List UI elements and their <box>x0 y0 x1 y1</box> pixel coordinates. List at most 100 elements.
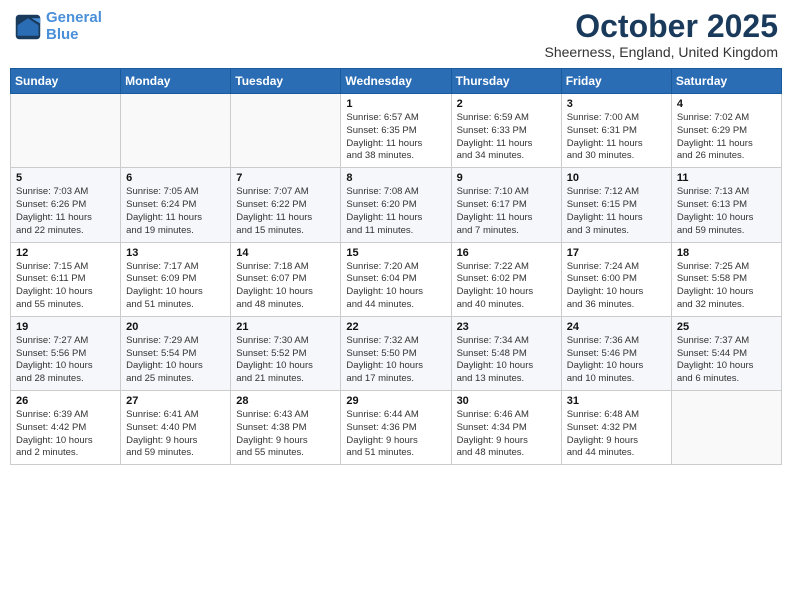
day-number: 22 <box>346 321 445 333</box>
table-row: 4 Sunrise: 7:02 AM Sunset: 6:29 PM Daylig… <box>671 94 781 168</box>
col-sunday: Sunday <box>11 69 121 94</box>
day-number: 25 <box>677 321 776 333</box>
logo-text: General Blue <box>46 10 102 43</box>
day-info: Sunrise: 7:08 AM Sunset: 6:20 PM Dayligh… <box>346 186 445 237</box>
day-info: Sunrise: 7:00 AM Sunset: 6:31 PM Dayligh… <box>567 112 666 163</box>
day-number: 2 <box>457 98 556 110</box>
day-info: Sunrise: 7:02 AM Sunset: 6:29 PM Dayligh… <box>677 112 776 163</box>
logo-icon <box>14 13 42 41</box>
day-number: 5 <box>16 172 115 184</box>
day-info: Sunrise: 6:59 AM Sunset: 6:33 PM Dayligh… <box>457 112 556 163</box>
table-row: 25 Sunrise: 7:37 AM Sunset: 5:44 PM Dayli… <box>671 316 781 390</box>
day-number: 24 <box>567 321 666 333</box>
table-row <box>671 391 781 465</box>
logo: General Blue <box>14 10 102 43</box>
table-row: 10 Sunrise: 7:12 AM Sunset: 6:15 PM Dayli… <box>561 168 671 242</box>
day-number: 27 <box>126 395 225 407</box>
table-row: 5 Sunrise: 7:03 AM Sunset: 6:26 PM Daylig… <box>11 168 121 242</box>
table-row: 12 Sunrise: 7:15 AM Sunset: 6:11 PM Dayli… <box>11 242 121 316</box>
table-row: 9Sunrise: 7:10 AM Sunset: 6:17 PM Daylig… <box>451 168 561 242</box>
table-row: 14 Sunrise: 7:18 AM Sunset: 6:07 PM Dayli… <box>231 242 341 316</box>
day-number: 10 <box>567 172 666 184</box>
day-number: 9 <box>457 172 556 184</box>
day-number: 26 <box>16 395 115 407</box>
day-number: 11 <box>677 172 776 184</box>
col-friday: Friday <box>561 69 671 94</box>
calendar-header-row: Sunday Monday Tuesday Wednesday Thursday… <box>11 69 782 94</box>
day-info: Sunrise: 7:20 AM Sunset: 6:04 PM Dayligh… <box>346 261 445 312</box>
table-row <box>231 94 341 168</box>
day-number: 31 <box>567 395 666 407</box>
table-row: 20 Sunrise: 7:29 AM Sunset: 5:54 PM Dayli… <box>121 316 231 390</box>
col-tuesday: Tuesday <box>231 69 341 94</box>
table-row: 16 Sunrise: 7:22 AM Sunset: 6:02 PM Dayli… <box>451 242 561 316</box>
calendar-week-row: 26Sunrise: 6:39 AM Sunset: 4:42 PM Dayli… <box>11 391 782 465</box>
day-info: Sunrise: 7:30 AM Sunset: 5:52 PM Dayligh… <box>236 335 335 386</box>
day-number: 14 <box>236 247 335 259</box>
day-number: 13 <box>126 247 225 259</box>
table-row: 8Sunrise: 7:08 AM Sunset: 6:20 PM Daylig… <box>341 168 451 242</box>
day-info: Sunrise: 6:48 AM Sunset: 4:32 PM Dayligh… <box>567 409 666 460</box>
day-number: 29 <box>346 395 445 407</box>
col-saturday: Saturday <box>671 69 781 94</box>
day-info: Sunrise: 6:44 AM Sunset: 4:36 PM Dayligh… <box>346 409 445 460</box>
table-row: 28Sunrise: 6:43 AM Sunset: 4:38 PM Dayli… <box>231 391 341 465</box>
calendar-week-row: 19 Sunrise: 7:27 AM Sunset: 5:56 PM Dayli… <box>11 316 782 390</box>
day-number: 19 <box>16 321 115 333</box>
day-info: Sunrise: 6:57 AM Sunset: 6:35 PM Dayligh… <box>346 112 445 163</box>
day-number: 12 <box>16 247 115 259</box>
table-row: 6 Sunrise: 7:05 AM Sunset: 6:24 PM Daylig… <box>121 168 231 242</box>
day-info: Sunrise: 7:05 AM Sunset: 6:24 PM Dayligh… <box>126 186 225 237</box>
calendar-week-row: 12 Sunrise: 7:15 AM Sunset: 6:11 PM Dayli… <box>11 242 782 316</box>
table-row: 17 Sunrise: 7:24 AM Sunset: 6:00 PM Dayli… <box>561 242 671 316</box>
table-row: 31 Sunrise: 6:48 AM Sunset: 4:32 PM Dayli… <box>561 391 671 465</box>
table-row: 7Sunrise: 7:07 AM Sunset: 6:22 PM Daylig… <box>231 168 341 242</box>
col-thursday: Thursday <box>451 69 561 94</box>
day-info: Sunrise: 7:34 AM Sunset: 5:48 PM Dayligh… <box>457 335 556 386</box>
table-row: 1 Sunrise: 6:57 AM Sunset: 6:35 PM Daylig… <box>341 94 451 168</box>
day-info: Sunrise: 7:22 AM Sunset: 6:02 PM Dayligh… <box>457 261 556 312</box>
table-row: 19 Sunrise: 7:27 AM Sunset: 5:56 PM Dayli… <box>11 316 121 390</box>
day-info: Sunrise: 7:13 AM Sunset: 6:13 PM Dayligh… <box>677 186 776 237</box>
day-info: Sunrise: 7:36 AM Sunset: 5:46 PM Dayligh… <box>567 335 666 386</box>
day-number: 15 <box>346 247 445 259</box>
day-info: Sunrise: 6:43 AM Sunset: 4:38 PM Dayligh… <box>236 409 335 460</box>
location-title: Sheerness, England, United Kingdom <box>545 44 778 60</box>
day-info: Sunrise: 7:03 AM Sunset: 6:26 PM Dayligh… <box>16 186 115 237</box>
day-info: Sunrise: 7:18 AM Sunset: 6:07 PM Dayligh… <box>236 261 335 312</box>
day-number: 18 <box>677 247 776 259</box>
day-info: Sunrise: 7:17 AM Sunset: 6:09 PM Dayligh… <box>126 261 225 312</box>
month-title: October 2025 <box>545 10 778 42</box>
table-row: 11 Sunrise: 7:13 AM Sunset: 6:13 PM Dayli… <box>671 168 781 242</box>
day-number: 16 <box>457 247 556 259</box>
day-number: 20 <box>126 321 225 333</box>
table-row <box>11 94 121 168</box>
day-number: 21 <box>236 321 335 333</box>
day-number: 1 <box>346 98 445 110</box>
day-info: Sunrise: 7:25 AM Sunset: 5:58 PM Dayligh… <box>677 261 776 312</box>
day-number: 6 <box>126 172 225 184</box>
table-row: 18 Sunrise: 7:25 AM Sunset: 5:58 PM Dayli… <box>671 242 781 316</box>
day-info: Sunrise: 7:32 AM Sunset: 5:50 PM Dayligh… <box>346 335 445 386</box>
table-row: 23Sunrise: 7:34 AM Sunset: 5:48 PM Dayli… <box>451 316 561 390</box>
table-row: 22 Sunrise: 7:32 AM Sunset: 5:50 PM Dayli… <box>341 316 451 390</box>
day-info: Sunrise: 7:07 AM Sunset: 6:22 PM Dayligh… <box>236 186 335 237</box>
day-info: Sunrise: 6:41 AM Sunset: 4:40 PM Dayligh… <box>126 409 225 460</box>
day-number: 3 <box>567 98 666 110</box>
day-info: Sunrise: 7:29 AM Sunset: 5:54 PM Dayligh… <box>126 335 225 386</box>
day-number: 4 <box>677 98 776 110</box>
day-number: 30 <box>457 395 556 407</box>
table-row: 27 Sunrise: 6:41 AM Sunset: 4:40 PM Dayli… <box>121 391 231 465</box>
calendar-week-row: 1 Sunrise: 6:57 AM Sunset: 6:35 PM Daylig… <box>11 94 782 168</box>
day-number: 17 <box>567 247 666 259</box>
col-wednesday: Wednesday <box>341 69 451 94</box>
day-info: Sunrise: 7:12 AM Sunset: 6:15 PM Dayligh… <box>567 186 666 237</box>
logo-line1: General <box>46 9 102 26</box>
day-info: Sunrise: 7:15 AM Sunset: 6:11 PM Dayligh… <box>16 261 115 312</box>
table-row: 26Sunrise: 6:39 AM Sunset: 4:42 PM Dayli… <box>11 391 121 465</box>
table-row: 13 Sunrise: 7:17 AM Sunset: 6:09 PM Dayli… <box>121 242 231 316</box>
day-info: Sunrise: 7:37 AM Sunset: 5:44 PM Dayligh… <box>677 335 776 386</box>
day-info: Sunrise: 7:27 AM Sunset: 5:56 PM Dayligh… <box>16 335 115 386</box>
day-info: Sunrise: 7:24 AM Sunset: 6:00 PM Dayligh… <box>567 261 666 312</box>
table-row: 15 Sunrise: 7:20 AM Sunset: 6:04 PM Dayli… <box>341 242 451 316</box>
